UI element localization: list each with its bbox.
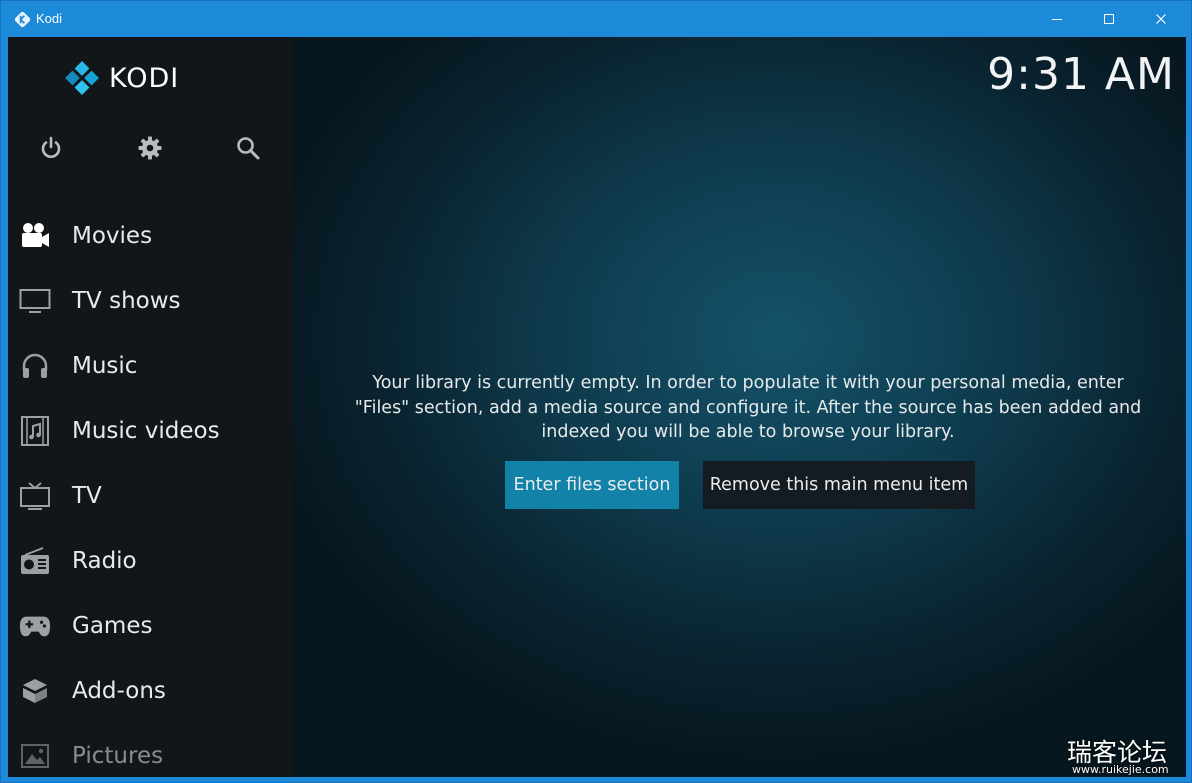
menu-label: Pictures [72, 742, 164, 769]
close-button[interactable] [1135, 1, 1187, 37]
message-line: indexed you will be able to browse your … [541, 422, 955, 442]
menu-item-music-videos[interactable]: Music videos [8, 398, 292, 463]
menu-item-music[interactable]: Music [8, 333, 292, 398]
search-icon [237, 137, 260, 160]
power-button[interactable] [34, 131, 68, 165]
kodi-logo-icon [65, 61, 99, 95]
enter-files-section-button[interactable]: Enter files section [505, 461, 679, 509]
settings-button[interactable] [133, 131, 167, 165]
menu-label: TV shows [72, 287, 181, 314]
menu-label: TV [72, 482, 102, 509]
maximize-icon [1104, 14, 1114, 24]
menu-label: Music [72, 352, 138, 379]
menu-item-games[interactable]: Games [8, 593, 292, 658]
menu-label: Games [72, 612, 153, 639]
close-icon [1156, 14, 1166, 24]
message-line: Your library is currently empty. In orde… [372, 373, 1124, 393]
menu-label: Add-ons [72, 677, 166, 704]
menu-item-tv-shows[interactable]: TV shows [8, 268, 292, 333]
kodi-logo: KODI [65, 61, 179, 95]
sidebar: KODI Movies TV shows Music Music videos … [8, 37, 292, 777]
power-icon [41, 136, 61, 158]
menu-item-tv[interactable]: TV [8, 463, 292, 528]
window-title: Kodi [36, 11, 63, 26]
music-video-icon [19, 415, 51, 447]
remove-menu-item-button[interactable]: Remove this main menu item [703, 461, 975, 509]
menu-label: Movies [72, 222, 153, 249]
maximize-button[interactable] [1083, 1, 1135, 37]
kodi-app-icon [15, 12, 30, 27]
kodi-logo-text: KODI [109, 62, 180, 94]
gear-icon [138, 136, 162, 160]
watermark-url: www.ruikejie.com [1072, 763, 1169, 776]
title-bar[interactable]: Kodi [1, 1, 1191, 37]
menu-label: Music videos [72, 417, 220, 444]
tv-icon [19, 480, 51, 512]
radio-icon [19, 545, 51, 577]
menu-item-pictures[interactable]: Pictures [8, 723, 292, 777]
picture-icon [19, 740, 51, 772]
menu-item-radio[interactable]: Radio [8, 528, 292, 593]
movie-camera-icon [19, 220, 51, 252]
message-line: "Files" section, add a media source and … [354, 397, 1142, 418]
search-button[interactable] [231, 131, 265, 165]
monitor-icon [19, 285, 51, 317]
empty-library-message: Your library is currently empty. In orde… [318, 371, 1178, 445]
kodi-window: Kodi KODI Movies TV shows Music Music vi… [0, 0, 1192, 783]
menu-item-movies[interactable]: Movies [8, 203, 292, 268]
addons-box-icon [19, 675, 51, 707]
minimize-icon [1052, 19, 1062, 20]
headphones-icon [19, 350, 51, 382]
menu-label: Radio [72, 547, 137, 574]
menu-item-add-ons[interactable]: Add-ons [8, 658, 292, 723]
gamepad-icon [19, 610, 51, 642]
minimize-button[interactable] [1031, 1, 1083, 37]
kodi-home-screen: KODI Movies TV shows Music Music videos … [8, 37, 1186, 777]
clock: 9:31 AM [987, 49, 1175, 100]
